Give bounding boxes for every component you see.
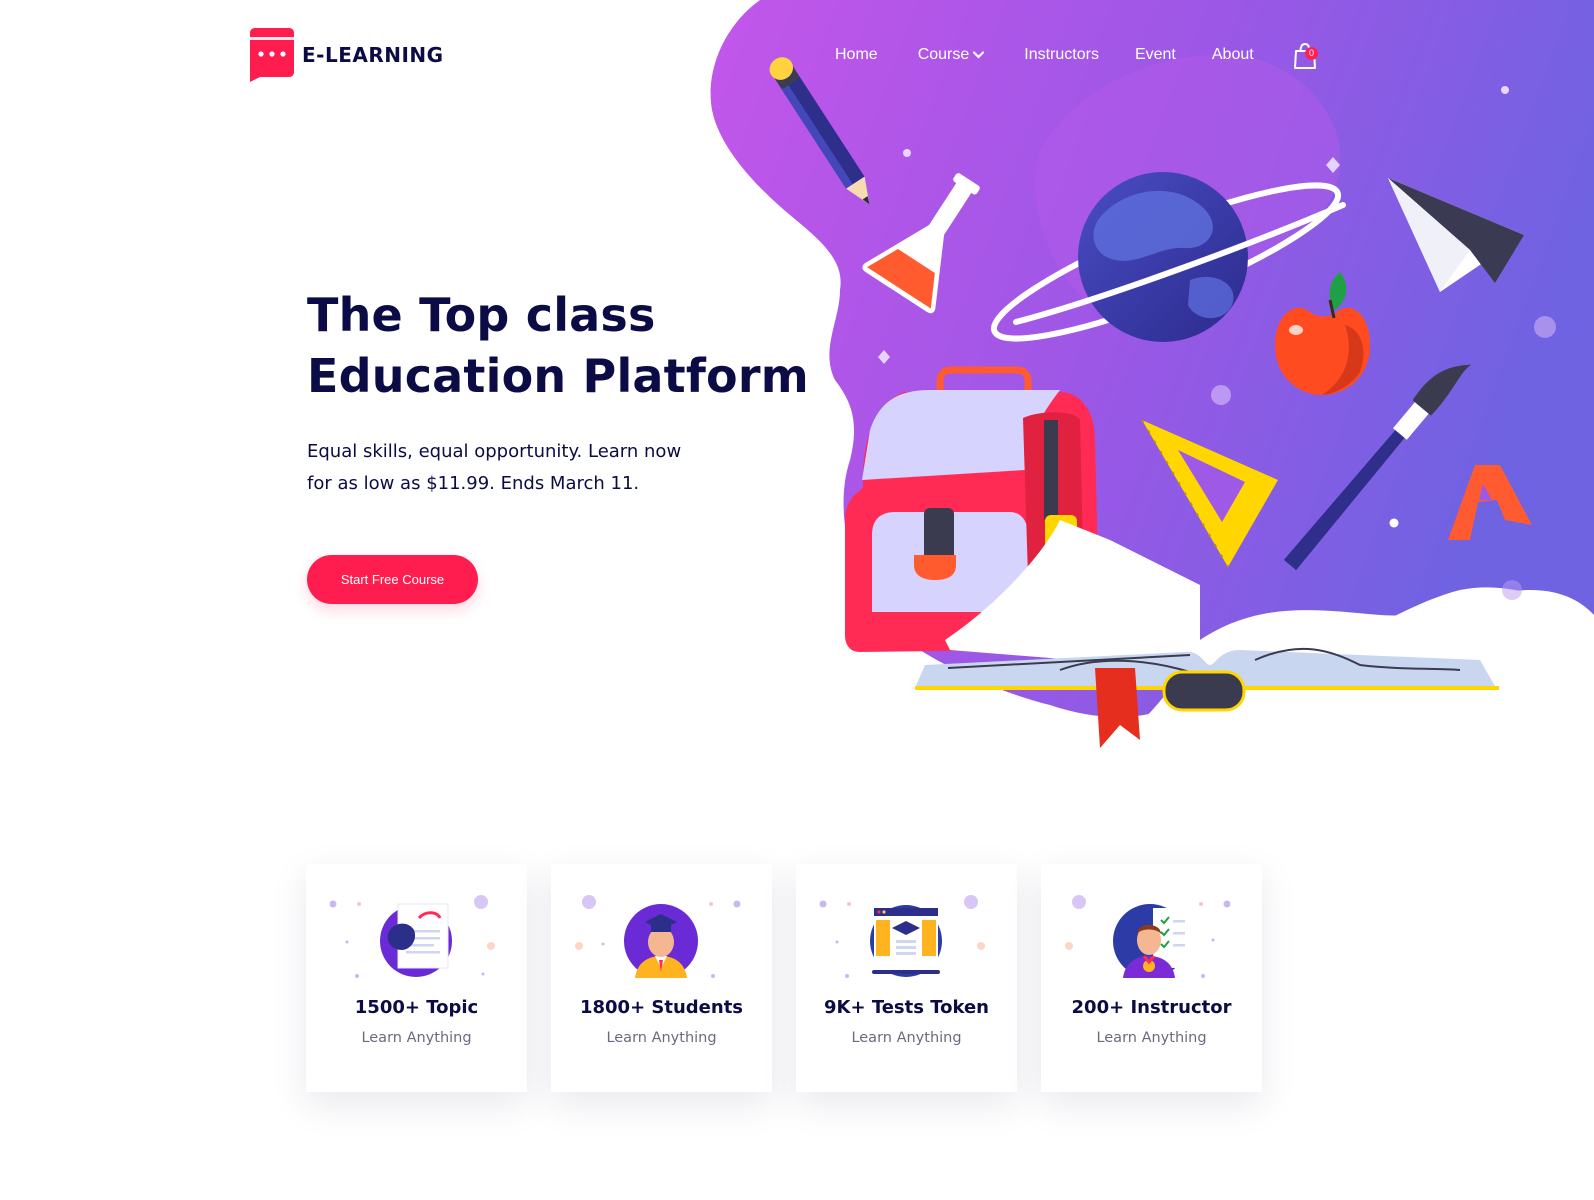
chevron-down-icon [973,51,985,59]
stat-card-instructors[interactable]: 200+ Instructor Learn Anything [1041,864,1262,1092]
stats-cards: 1500+ Topic Learn Anything 1800+ Student… [306,864,1262,1092]
stat-caption: Learn Anything [361,1030,472,1046]
cart-button[interactable]: 0 [1293,42,1319,70]
nav-item-label: Home [835,46,878,63]
stat-caption: Learn Anything [606,1030,717,1046]
stat-caption: Learn Anything [1096,1030,1207,1046]
graduate-student-icon [575,895,741,978]
nav-item-event[interactable]: Event [1135,46,1176,64]
hero-title-line-2: Education Platform [307,349,809,403]
nav-item-label: Course [917,46,970,63]
main-nav: Home Course Instructors Event About [835,46,1254,64]
hero-subtitle: Equal skills, equal opportunity. Learn n… [307,436,727,500]
nav-item-label: Instructors [1024,46,1099,63]
stat-number: 200+ Instructor [1071,997,1232,1018]
instructor-icon [1065,895,1231,978]
hero-title: The Top class Education Platform [307,285,827,407]
start-free-course-button[interactable]: Start Free Course [307,555,478,604]
chat-bubble-logo-icon [250,28,294,82]
stat-card-topics[interactable]: 1500+ Topic Learn Anything [306,864,527,1092]
online-test-icon [819,895,985,978]
brand-logo[interactable]: E-LEARNING [250,28,444,82]
stat-number: 1500+ Topic [354,997,479,1018]
nav-item-label: About [1211,46,1254,63]
brand-name: E-LEARNING [302,43,444,67]
stat-caption: Learn Anything [851,1030,962,1046]
nav-item-about[interactable]: About [1212,46,1254,64]
stat-number: 9K+ Tests Token [824,997,989,1018]
hero-title-line-1: The Top class [307,288,656,342]
nav-item-label: Event [1134,46,1176,63]
nav-item-home[interactable]: Home [835,46,878,64]
hero-subtitle-line-1: Equal skills, equal opportunity. Learn n… [307,441,682,462]
nav-item-course[interactable]: Course [918,46,985,64]
document-topic-icon [329,895,495,978]
stat-card-tests[interactable]: 9K+ Tests Token Learn Anything [796,864,1017,1092]
cart-count-badge: 0 [1305,47,1318,60]
hero-subtitle-line-2: for as low as $11.99. Ends March 11. [307,473,640,494]
nav-item-instructors[interactable]: Instructors [1024,46,1099,64]
stat-card-students[interactable]: 1800+ Students Learn Anything [551,864,772,1092]
stat-number: 1800+ Students [579,997,744,1018]
